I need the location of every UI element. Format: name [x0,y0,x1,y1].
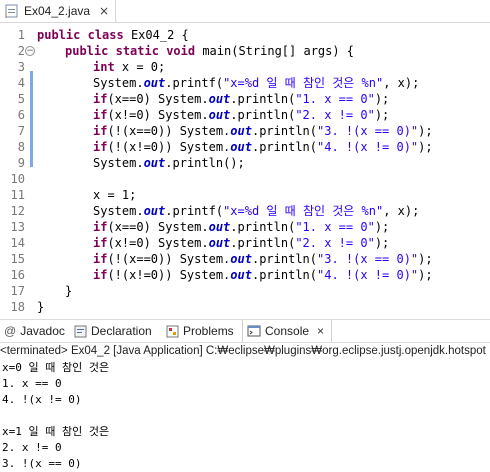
code-line[interactable]: 15 if(!(x==0)) System.out.println("3. !(x… [0,251,490,267]
code-text: public static void main(String[] args) { [65,44,355,58]
code-line[interactable]: 6 if(x!=0) System.out.println("2. x != 0"… [0,107,490,123]
code-text: } [37,300,45,314]
problems-icon [166,325,179,337]
line-number: 8 [17,140,25,154]
tab-problems[interactable]: Problems [166,320,234,342]
code-line[interactable]: 7 if(!(x==0)) System.out.println("3. !(x … [0,123,490,139]
line-number: 14 [10,236,25,250]
close-icon[interactable]: × [99,4,109,18]
console-line: 2. x != 0 [2,441,62,454]
line-number: 16 [10,268,25,282]
code-text: System.out.printf("x=%d 일 때 참인 것은 %n", x… [93,76,420,90]
code-line[interactable]: 11 x = 1; [0,187,490,203]
code-text: if(x!=0) System.out.println("2. x != 0")… [93,108,390,122]
console-line: 4. !(x != 0) [2,393,82,406]
line-number: 9 [17,156,25,170]
code-text: if(!(x==0)) System.out.println("3. !(x =… [93,252,433,266]
fold-toggle-icon[interactable]: − [25,46,35,56]
line-number: 4 [17,76,25,90]
code-line[interactable]: 1 public class Ex04_2 { [0,27,490,43]
code-line[interactable]: 3 int x = 0; [0,59,490,75]
console-icon [247,325,261,336]
close-icon[interactable]: × [317,324,324,338]
code-line[interactable]: 2− public static void main(String[] args)… [0,43,490,59]
line-number: 17 [10,284,25,298]
line-number: 10 [10,172,25,186]
line-number: 6 [17,108,25,122]
tab-declaration-label: Declaration [91,324,152,338]
code-text: if(x==0) System.out.println("1. x == 0")… [93,220,390,234]
tab-problems-label: Problems [183,324,234,338]
code-text: System.out.println(); [93,156,245,170]
console-line: x=0 일 때 참인 것은 [2,361,110,374]
editor-tab-bar: J Ex04_2.java × [0,0,490,23]
console-status-header: <terminated> Ex04_2 [Java Application] C… [0,345,486,357]
view-tab-bar: @ Javadoc Declaration Problems Console × [0,319,490,343]
code-line[interactable]: 10 [0,171,490,187]
code-editor[interactable]: 1 public class Ex04_2 { 2− public static vo… [0,23,490,314]
code-text: int x = 0; [93,60,166,74]
line-number: 3 [17,60,25,74]
line-number: 15 [10,252,25,266]
line-number: 12 [10,204,25,218]
code-text: } [65,284,73,298]
editor-tab-label: Ex04_2.java [24,4,91,18]
svg-text:J: J [5,11,7,18]
tab-javadoc-label: Javadoc [20,324,65,338]
code-text: public class Ex04_2 { [37,28,189,42]
line-number: 2 [17,44,25,58]
code-line[interactable]: 12 System.out.printf("x=%d 일 때 참인 것은 %n",… [0,203,490,219]
line-number: 13 [10,220,25,234]
console-line: 1. x == 0 [2,377,62,390]
code-text: if(x==0) System.out.println("1. x == 0")… [93,92,390,106]
code-text: if(!(x!=0)) System.out.println("4. !(x !… [93,268,433,282]
console-line: x=1 일 때 참인 것은 [2,425,110,438]
code-line[interactable]: 4 System.out.printf("x=%d 일 때 참인 것은 %n", … [0,75,490,91]
tab-console[interactable]: Console × [242,320,332,342]
declaration-icon [74,325,87,337]
line-number: 18 [10,300,25,314]
code-text: x = 1; [93,188,137,202]
code-line[interactable]: 13 if(x==0) System.out.println("1. x == 0… [0,219,490,235]
line-number: 1 [17,28,25,42]
tab-declaration[interactable]: Declaration [74,320,152,342]
line-number: 5 [17,92,25,106]
code-line[interactable]: 9 System.out.println(); [0,155,490,171]
line-number: 7 [17,124,25,138]
code-line[interactable]: 18} [0,299,490,315]
code-text: if(!(x==0)) System.out.println("3. !(x =… [93,124,433,138]
code-text: System.out.printf("x=%d 일 때 참인 것은 %n", x… [93,204,420,218]
tab-console-label: Console [265,324,310,338]
code-line[interactable]: 5 if(x==0) System.out.println("1. x == 0"… [0,91,490,107]
code-line[interactable]: 17} [0,283,490,299]
editor-tab-ex04-2[interactable]: J Ex04_2.java × [0,0,116,22]
java-file-icon: J [5,4,18,18]
line-number: 11 [10,188,25,202]
code-text: if(!(x!=0)) System.out.println("4. !(x !… [93,140,433,154]
code-line[interactable]: 8 if(!(x!=0)) System.out.println("4. !(x … [0,139,490,155]
code-line[interactable]: 16 if(!(x!=0)) System.out.println("4. !(x… [0,267,490,283]
tab-javadoc[interactable]: @ Javadoc [4,320,65,342]
at-icon: @ [4,324,17,338]
console-line: 3. !(x == 0) [2,457,82,470]
code-text: if(x!=0) System.out.println("2. x != 0")… [93,236,390,250]
code-line[interactable]: 14 if(x!=0) System.out.println("2. x != 0… [0,235,490,251]
